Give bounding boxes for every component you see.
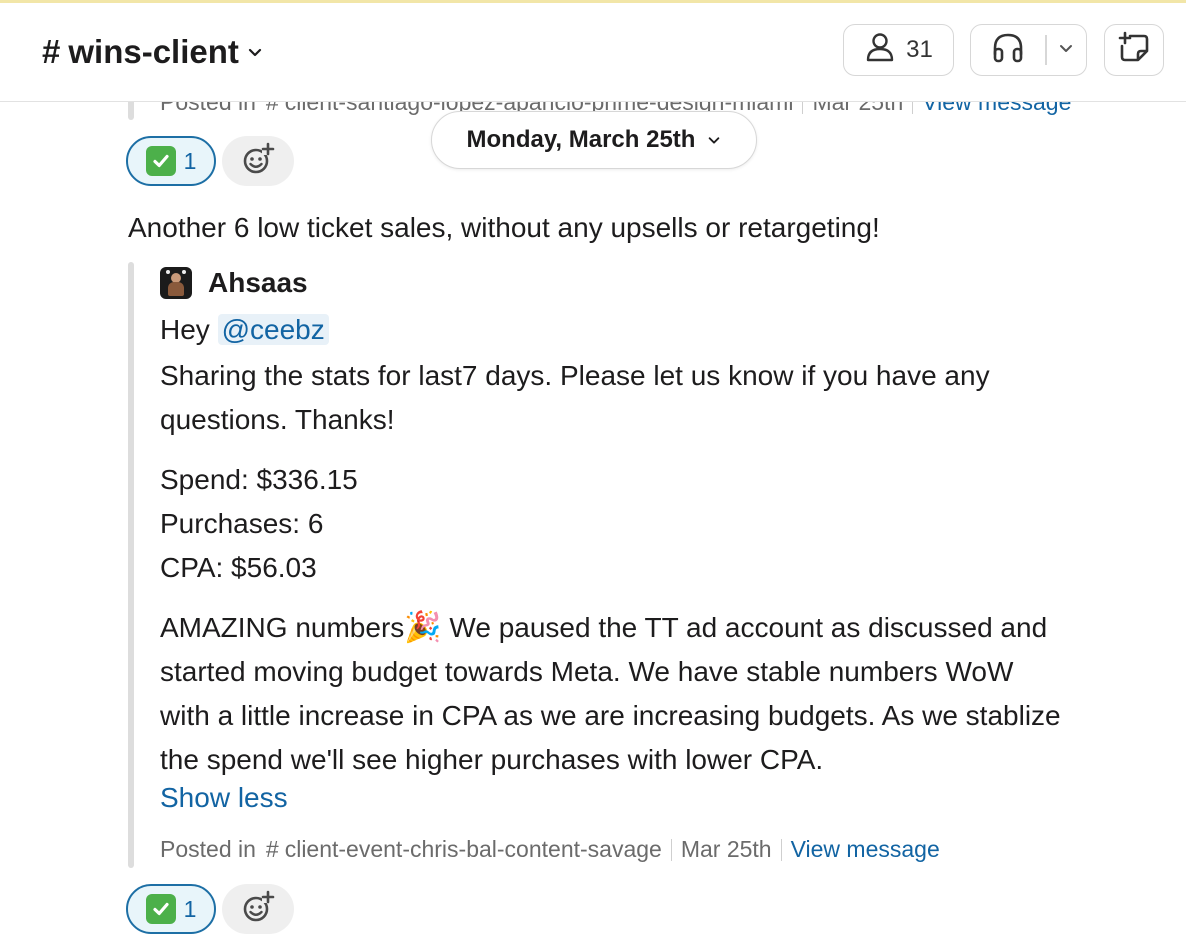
- paragraph-line: with a little increase in CPA as we are …: [160, 700, 1061, 731]
- source-channel-link[interactable]: client-event-chris-bal-content-savage: [285, 836, 662, 863]
- chevron-down-icon: [707, 126, 721, 154]
- channel-name: wins-client: [68, 33, 239, 70]
- paragraph-line: AMAZING numbers🎉 We paused the TT ad acc…: [160, 606, 1047, 650]
- reaction-checkmark[interactable]: 1: [126, 884, 216, 934]
- message-text: Another 6 low ticket sales, without any …: [128, 212, 880, 243]
- stat-cpa: CPA: $56.03: [160, 552, 317, 583]
- message-date: Mar 25th: [680, 836, 772, 862]
- add-emoji-icon: [240, 889, 276, 930]
- headphones-icon: [990, 30, 1026, 71]
- message-meta: Posted in # client-event-chris-bal-conte…: [160, 836, 940, 863]
- body-line: questions. Thanks!: [160, 404, 395, 435]
- date-label: Monday, March 25th: [466, 126, 696, 153]
- party-popper-emoji: 🎉: [404, 611, 442, 644]
- show-less-link[interactable]: Show less: [160, 782, 288, 814]
- author-name[interactable]: Ahsaas: [208, 267, 308, 299]
- members-button[interactable]: 31: [843, 24, 954, 76]
- add-emoji-icon: [240, 141, 276, 182]
- huddle-options-button[interactable]: [1047, 25, 1087, 75]
- channel-hash-icon: #: [42, 33, 61, 70]
- add-reaction-button[interactable]: [222, 884, 294, 934]
- member-count: 31: [906, 36, 933, 63]
- user-mention[interactable]: @ceebz: [217, 314, 329, 345]
- reaction-count: 1: [183, 147, 197, 174]
- channel-name-button[interactable]: # wins-client: [42, 33, 263, 71]
- checkmark-emoji-icon: [145, 894, 176, 924]
- body-line: Sharing the stats for last7 days. Please…: [160, 360, 990, 391]
- chevron-down-icon: [1058, 40, 1074, 61]
- paragraph-text: We paused the TT ad account as discussed…: [441, 612, 1048, 643]
- greeting-text: Hey: [160, 314, 210, 345]
- huddle-button[interactable]: [971, 25, 1045, 75]
- paragraph-line: the spend we'll see higher purchases wit…: [160, 744, 824, 775]
- quoted-author: Ahsaas: [160, 267, 308, 299]
- channel-hash-icon: #: [265, 836, 279, 862]
- avatar[interactable]: [160, 267, 192, 299]
- stat-purchases: Purchases: 6: [160, 508, 324, 539]
- stat-spend: Spend: $336.15: [160, 464, 358, 495]
- new-canvas-icon: [1116, 30, 1152, 71]
- checkmark-emoji-icon: [145, 146, 176, 176]
- greeting-line: Hey @ceebz: [160, 308, 329, 352]
- divider: [670, 838, 672, 861]
- date-divider-button[interactable]: Monday, March 25th: [431, 111, 757, 169]
- reaction-checkmark[interactable]: 1: [126, 136, 216, 186]
- channel-header: # wins-client 31: [0, 3, 1186, 102]
- chevron-down-icon: [247, 44, 263, 60]
- view-message-link[interactable]: View message: [791, 836, 940, 863]
- divider: [780, 838, 782, 861]
- person-icon: [864, 31, 896, 70]
- posted-in-label: Posted in: [160, 836, 256, 862]
- paragraph-line: started moving budget towards Meta. We h…: [160, 656, 1014, 687]
- paragraph-text: AMAZING numbers: [160, 612, 405, 643]
- new-canvas-button[interactable]: [1104, 24, 1164, 76]
- add-reaction-button[interactable]: [222, 136, 294, 186]
- huddle-button-group: [970, 24, 1087, 76]
- quote-bar: [128, 262, 134, 868]
- reaction-count: 1: [183, 895, 197, 922]
